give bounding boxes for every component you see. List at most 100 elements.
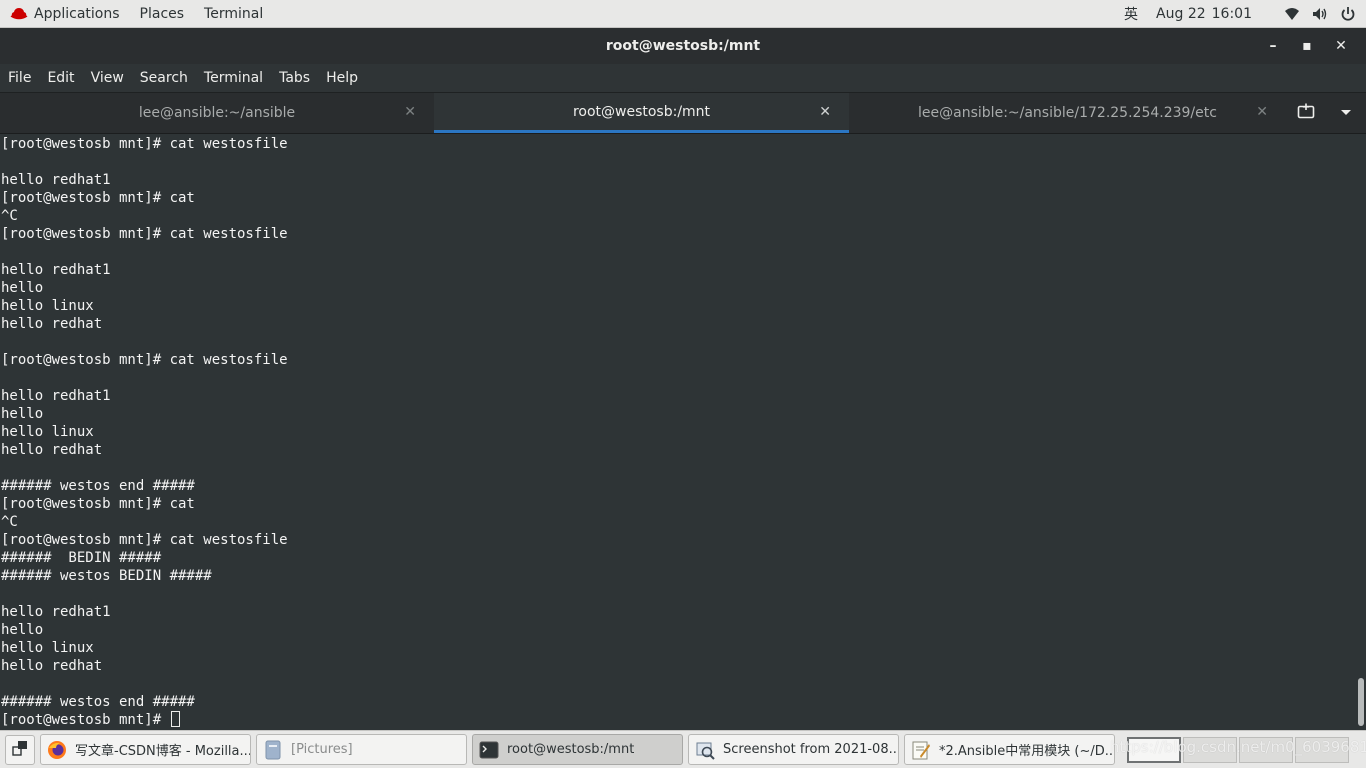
terminal-prompt: [root@westosb mnt]#: [1, 712, 170, 728]
terminal-app-label: Terminal: [204, 5, 264, 22]
close-icon: ✕: [1335, 38, 1347, 54]
terminal-line: [root@westosb mnt]# cat westosfile: [1, 226, 288, 242]
firefox-icon: [47, 740, 67, 760]
terminal-output[interactable]: [root@westosb mnt]# cat westosfile hello …: [0, 134, 1356, 730]
terminal-line: hello redhat1: [1, 262, 111, 278]
menu-edit[interactable]: Edit: [39, 70, 82, 86]
task-file-manager[interactable]: [Pictures]: [256, 734, 467, 765]
tab-label: root@westosb:/mnt: [572, 103, 711, 120]
wifi-icon[interactable]: [1284, 6, 1300, 22]
terminal-line: [root@westosb mnt]# cat westosfile: [1, 352, 288, 368]
terminal-line: ###### westos BEDIN #####: [1, 568, 212, 584]
terminal-cursor: [170, 711, 180, 727]
tab-close-icon[interactable]: ✕: [404, 104, 416, 120]
text-editor-icon: [911, 740, 931, 760]
task-label: [Pictures]: [291, 742, 353, 757]
task-label: *2.Ansible中常用模块 (~/D...: [939, 744, 1114, 759]
terminal-line: hello: [1, 280, 44, 296]
terminal-app-menu[interactable]: Terminal: [194, 0, 273, 27]
applications-label: Applications: [34, 5, 120, 22]
terminal-line: hello linux: [1, 424, 94, 440]
top-panel: Applications Places Terminal 英 Aug 22 16…: [0, 0, 1366, 28]
tab-close-icon[interactable]: ✕: [1256, 104, 1268, 120]
terminal-line: hello redhat: [1, 316, 103, 332]
maximize-icon: ▪: [1302, 38, 1312, 54]
minimize-icon: –: [1269, 38, 1277, 54]
maximize-button[interactable]: ▪: [1290, 28, 1324, 64]
terminal-icon: [479, 740, 499, 760]
task-image-viewer[interactable]: Screenshot from 2021-08...: [688, 734, 899, 765]
menu-view[interactable]: View: [83, 70, 132, 86]
input-method-indicator[interactable]: 英: [1124, 4, 1138, 24]
workspace-4[interactable]: [1295, 736, 1349, 763]
chevron-down-icon: [1340, 105, 1352, 121]
menu-terminal[interactable]: Terminal: [196, 70, 271, 86]
terminal-line: ^C: [1, 514, 18, 530]
file-manager-icon: [263, 740, 283, 760]
terminal-line: hello: [1, 622, 44, 638]
terminal-line: ^C: [1, 208, 18, 224]
tab-close-icon[interactable]: ✕: [819, 104, 831, 120]
terminal-line: hello linux: [1, 640, 94, 656]
menu-help[interactable]: Help: [318, 70, 366, 86]
redhat-logo-icon: [10, 7, 28, 21]
tab-root-westosb[interactable]: root@westosb:/mnt ✕: [434, 93, 849, 133]
terminal-line: hello redhat: [1, 442, 103, 458]
new-tab-icon: [1297, 103, 1315, 123]
terminal-line: [root@westosb mnt]# cat: [1, 190, 195, 206]
workspace-3[interactable]: [1239, 736, 1293, 763]
workspace-1[interactable]: [1127, 736, 1181, 763]
terminal-line: ###### BEDIN #####: [1, 550, 162, 566]
image-viewer-icon: [695, 740, 715, 760]
clock-date: Aug 22: [1156, 5, 1206, 22]
tab-list-dropdown[interactable]: [1326, 93, 1366, 133]
terminal-line: hello redhat: [1, 658, 103, 674]
terminal-prompt-line[interactable]: [root@westosb mnt]#: [1, 711, 1356, 729]
menu-search[interactable]: Search: [132, 70, 196, 86]
menu-file[interactable]: File: [0, 70, 39, 86]
terminal-line: hello redhat1: [1, 172, 111, 188]
clock-time: 16:01: [1211, 5, 1252, 22]
task-terminal[interactable]: root@westosb:/mnt: [472, 734, 683, 765]
clock[interactable]: Aug 22 16:01: [1156, 6, 1252, 22]
terminal-line: hello redhat1: [1, 388, 111, 404]
applications-menu[interactable]: Applications: [0, 0, 130, 27]
power-icon[interactable]: [1340, 6, 1356, 22]
terminal-line: hello linux: [1, 298, 94, 314]
terminal-scrollbar[interactable]: [1356, 134, 1366, 730]
terminal-line: hello: [1, 406, 44, 422]
show-desktop-button[interactable]: [5, 734, 35, 765]
window-titlebar[interactable]: root@westosb:/mnt – ▪ ✕: [0, 28, 1366, 64]
task-text-editor[interactable]: *2.Ansible中常用模块 (~/D...: [904, 734, 1115, 765]
close-window-button[interactable]: ✕: [1324, 28, 1358, 64]
show-desktop-icon: [12, 740, 28, 760]
window-title: root@westosb:/mnt: [605, 38, 761, 54]
tab-label: lee@ansible:~/ansible/172.25.254.239/etc: [918, 105, 1217, 121]
new-tab-button[interactable]: [1286, 93, 1326, 133]
tab-lee-ansible-etc[interactable]: lee@ansible:~/ansible/172.25.254.239/etc…: [849, 93, 1286, 133]
terminal-line: [root@westosb mnt]# cat westosfile: [1, 532, 288, 548]
places-menu[interactable]: Places: [130, 0, 195, 27]
terminal-line: [root@westosb mnt]# cat westosfile: [1, 136, 288, 152]
volume-icon[interactable]: [1312, 6, 1328, 22]
task-label: 写文章-CSDN博客 - Mozilla...: [75, 744, 250, 759]
workspace-switcher: [1127, 736, 1349, 763]
tab-lee-ansible[interactable]: lee@ansible:~/ansible ✕: [0, 93, 434, 133]
minimize-button[interactable]: –: [1256, 28, 1290, 64]
scrollbar-thumb[interactable]: [1358, 678, 1364, 726]
terminal-line: hello redhat1: [1, 604, 111, 620]
terminal-line: ###### westos end #####: [1, 694, 195, 710]
taskbar: 写文章-CSDN博客 - Mozilla... [Pictures] root@…: [0, 730, 1366, 768]
menu-tabs[interactable]: Tabs: [271, 70, 318, 86]
workspace-2[interactable]: [1183, 736, 1237, 763]
terminal-line: [root@westosb mnt]# cat: [1, 496, 195, 512]
tab-bar: lee@ansible:~/ansible ✕ root@westosb:/mn…: [0, 93, 1366, 134]
task-label: Screenshot from 2021-08...: [723, 742, 898, 757]
menubar: File Edit View Search Terminal Tabs Help: [0, 64, 1366, 93]
task-firefox[interactable]: 写文章-CSDN博客 - Mozilla...: [40, 734, 251, 765]
